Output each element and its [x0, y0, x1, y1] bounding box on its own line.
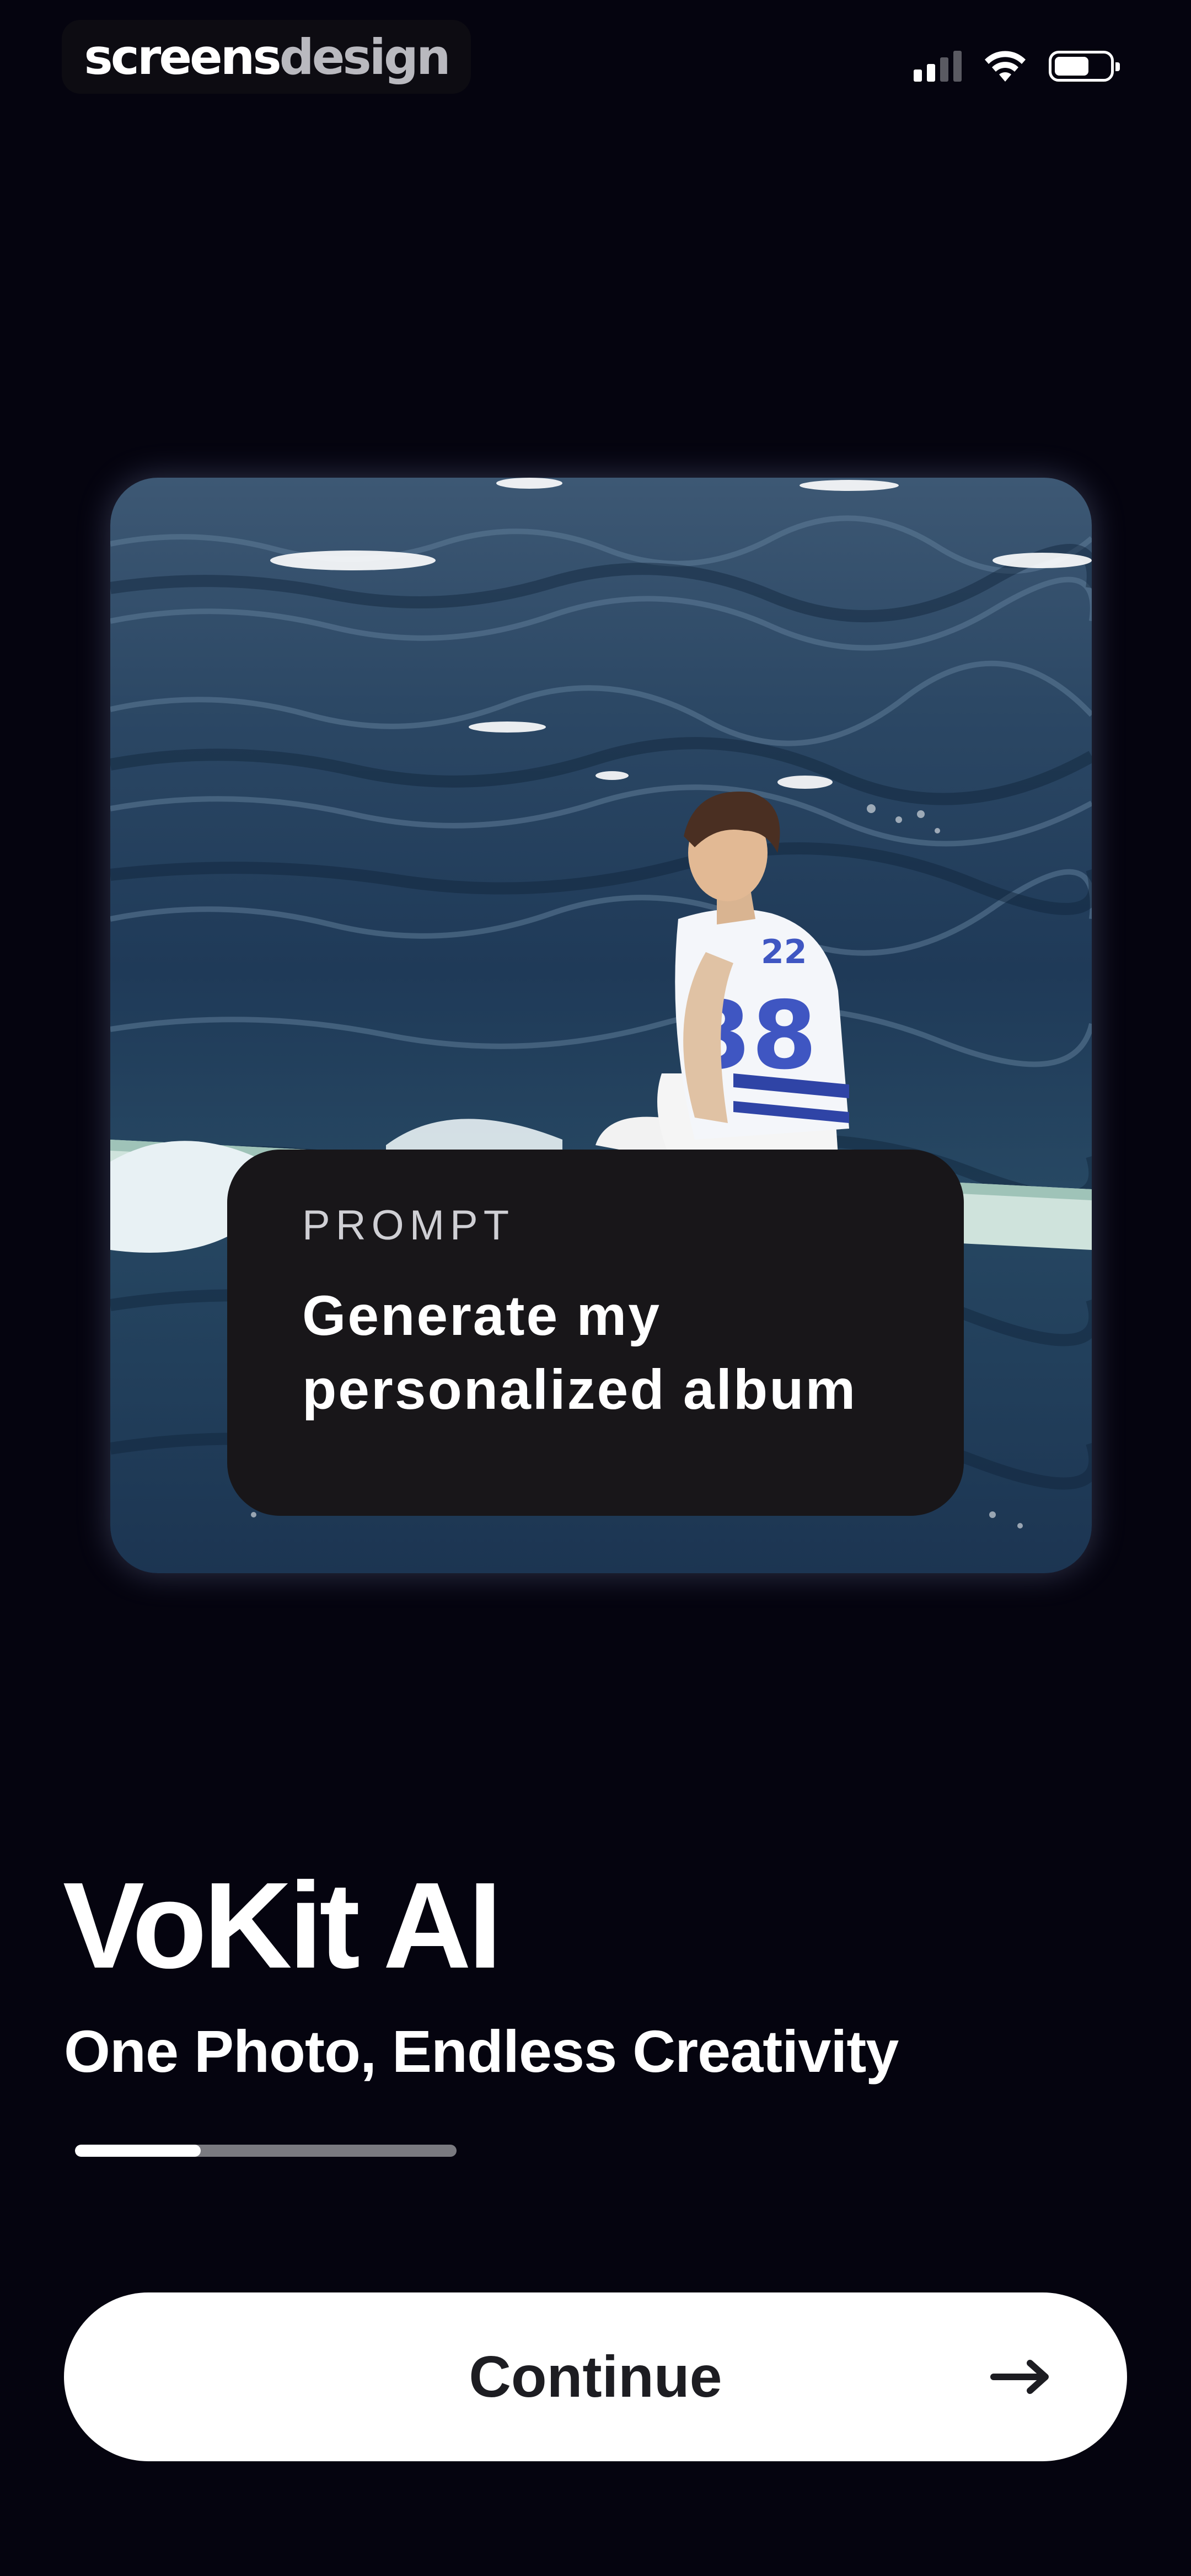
- cellular-signal-icon: [914, 51, 962, 82]
- app-subtitle: One Photo, Endless Creativity: [64, 2018, 899, 2085]
- watermark-text-b: design: [279, 28, 451, 85]
- status-bar: [914, 51, 1120, 82]
- app-title: VoKit AI: [63, 1857, 502, 1994]
- prompt-text: Generate my personalized album: [302, 1284, 857, 1421]
- onboarding-progress: [75, 2145, 457, 2157]
- prompt-label: PROMPT: [302, 1202, 515, 1249]
- screensdesign-watermark: screens design: [62, 20, 471, 94]
- arrow-right-icon: [990, 2360, 1049, 2394]
- svg-text:22: 22: [761, 933, 807, 971]
- continue-button-label: Continue: [469, 2344, 722, 2409]
- continue-button[interactable]: Continue: [64, 2292, 1127, 2461]
- watermark-text-a: screens: [84, 28, 281, 85]
- prompt-card: PROMPT Generate my personalized album: [227, 1150, 964, 1516]
- wifi-icon: [985, 51, 1026, 82]
- battery-icon: [1049, 51, 1120, 82]
- onboarding-progress-fill: [75, 2145, 201, 2157]
